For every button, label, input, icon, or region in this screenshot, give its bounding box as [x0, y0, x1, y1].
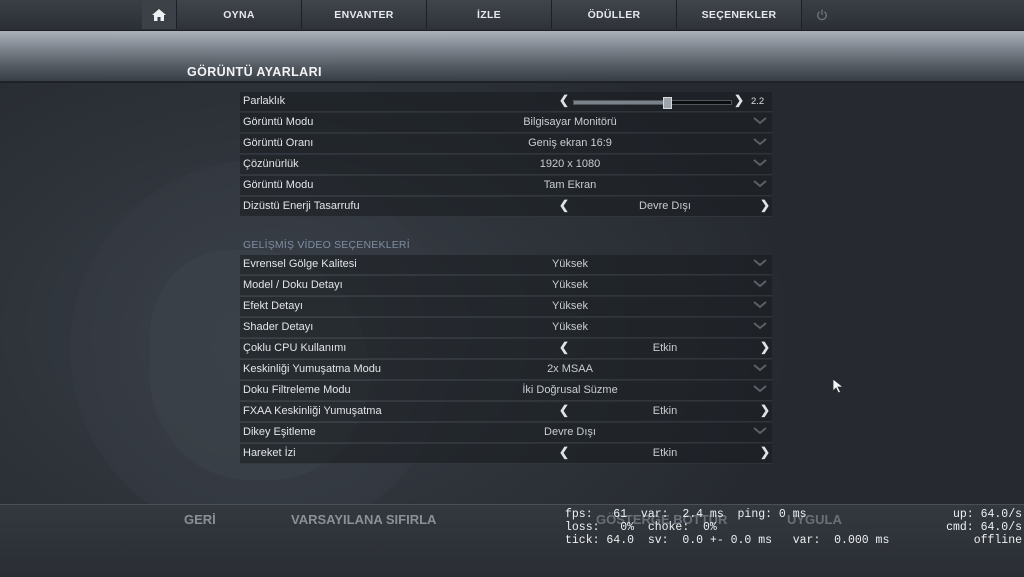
- chevron-down-icon[interactable]: [753, 362, 767, 374]
- setting-row[interactable]: Doku Filtreleme Modu İki Doğrusal Süzme: [240, 381, 772, 401]
- dropdown-value: Devre Dışı: [544, 426, 596, 438]
- slider-thumb[interactable]: [662, 97, 672, 109]
- setting-row[interactable]: Çoklu CPU Kullanımı ❮ Etkin ❯: [240, 339, 772, 359]
- chevron-down-icon[interactable]: [753, 320, 767, 332]
- setting-row[interactable]: Görüntü Oranı Geniş ekran 16:9: [240, 134, 772, 154]
- power-icon: [817, 9, 827, 20]
- netgraph-rates: up: 64.0/s cmd: 64.0/s offline: [946, 508, 1022, 547]
- advanced-section-title: GELİŞMİŞ VİDEO SEÇENEKLERİ: [243, 239, 410, 251]
- arrow-left-icon[interactable]: ❮: [559, 198, 569, 212]
- chevron-down-icon[interactable]: [753, 257, 767, 269]
- arrow-right-icon[interactable]: ❯: [760, 445, 770, 459]
- chevron-down-icon[interactable]: [753, 278, 767, 290]
- chevron-down-icon[interactable]: [753, 425, 767, 437]
- setting-value: Etkin: [652, 405, 678, 417]
- nav-inventory[interactable]: ENVANTER: [302, 0, 427, 29]
- setting-row[interactable]: Shader Detayı Yüksek: [240, 318, 772, 338]
- setting-row[interactable]: Keskinliği Yumuşatma Modu 2x MSAA: [240, 360, 772, 380]
- dropdown-value: Geniş ekran 16:9: [528, 137, 612, 149]
- settings-panel: Parlaklık ❮ ❯ 2.2 Görüntü Modu Bilgisayar…: [240, 92, 772, 465]
- setting-label: FXAA Keskinliği Yumuşatma: [243, 405, 382, 417]
- setting-row[interactable]: Görüntü Modu Tam Ekran: [240, 176, 772, 196]
- dropdown-value: Bilgisayar Monitörü: [523, 116, 617, 128]
- advanced-settings-list: Evrensel Gölge Kalitesi Yüksek Model / Dok…: [240, 255, 772, 464]
- arrow-left-icon[interactable]: ❮: [559, 403, 569, 417]
- setting-label: Görüntü Modu: [243, 116, 314, 128]
- setting-label: Çoklu CPU Kullanımı: [243, 342, 347, 354]
- power-button[interactable]: [802, 0, 842, 29]
- header-band: [0, 31, 1024, 81]
- chevron-down-icon[interactable]: [753, 299, 767, 311]
- arrow-right-icon[interactable]: ❯: [760, 198, 770, 212]
- setting-row[interactable]: Dikey Eşitleme Devre Dışı: [240, 423, 772, 443]
- setting-label: Hareket İzi: [243, 447, 296, 459]
- brightness-value: 2.2: [751, 96, 765, 107]
- dropdown-value: Yüksek: [551, 258, 589, 270]
- setting-label: Görüntü Oranı: [243, 137, 314, 149]
- setting-row[interactable]: FXAA Keskinliği Yumuşatma ❮ Etkin ❯: [240, 402, 772, 422]
- setting-row[interactable]: Evrensel Gölge Kalitesi Yüksek: [240, 255, 772, 275]
- nav-group: OYNA ENVANTER İZLE ÖDÜLLER SEÇENEKLER: [142, 0, 842, 30]
- setting-label: Dikey Eşitleme: [243, 426, 316, 438]
- arrow-right-icon[interactable]: ❯: [760, 403, 770, 417]
- slider-fill: [574, 101, 667, 104]
- setting-value: Etkin: [652, 447, 678, 459]
- top-navigation: OYNA ENVANTER İZLE ÖDÜLLER SEÇENEKLER: [0, 0, 1024, 31]
- header-divider: [0, 81, 1024, 83]
- setting-label: Efekt Detayı: [243, 300, 303, 312]
- setting-label: Dizüstü Enerji Tasarrufu: [243, 200, 360, 212]
- setting-row[interactable]: Dizüstü Enerji Tasarrufu ❮ Devre Dışı ❯: [240, 197, 772, 217]
- chevron-down-icon[interactable]: [753, 115, 767, 127]
- setting-row[interactable]: Görüntü Modu Bilgisayar Monitörü: [240, 113, 772, 133]
- chevron-down-icon[interactable]: [753, 178, 767, 190]
- setting-label: Görüntü Modu: [243, 179, 314, 191]
- dropdown-value: Yüksek: [551, 279, 589, 291]
- setting-value: Etkin: [652, 342, 678, 354]
- back-button[interactable]: GERİ: [184, 512, 216, 527]
- setting-label: Keskinliği Yumuşatma Modu: [243, 363, 381, 375]
- dropdown-value: Yüksek: [551, 300, 589, 312]
- setting-row[interactable]: Hareket İzi ❮ Etkin ❯: [240, 444, 772, 464]
- nav-rewards[interactable]: ÖDÜLLER: [552, 0, 677, 29]
- nav-play[interactable]: OYNA: [177, 0, 302, 29]
- reset-defaults-button[interactable]: VARSAYILANA SIFIRLA: [291, 512, 436, 527]
- dropdown-value: 2x MSAA: [547, 363, 593, 375]
- setting-row-brightness: Parlaklık ❮ ❯ 2.2: [240, 92, 772, 112]
- setting-row[interactable]: Çözünürlük 1920 x 1080: [240, 155, 772, 175]
- setting-label: Doku Filtreleme Modu: [243, 384, 351, 396]
- dropdown-value: İki Doğrusal Süzme: [522, 384, 618, 396]
- chevron-down-icon[interactable]: [753, 383, 767, 395]
- setting-row[interactable]: Model / Doku Detayı Yüksek: [240, 276, 772, 296]
- nav-watch[interactable]: İZLE: [427, 0, 552, 29]
- netgraph-stats: fps: 61 var: 2.4 ms ping: 0 ms loss: 0% …: [565, 508, 890, 547]
- chevron-down-icon[interactable]: [753, 136, 767, 148]
- setting-label: Parlaklık: [243, 95, 286, 107]
- setting-label: Model / Doku Detayı: [243, 279, 343, 291]
- nav-options[interactable]: SEÇENEKLER: [677, 0, 802, 29]
- setting-row[interactable]: Efekt Detayı Yüksek: [240, 297, 772, 317]
- brightness-slider[interactable]: [573, 97, 732, 109]
- page-title: GÖRÜNTÜ AYARLARI: [187, 65, 322, 79]
- slider-right-arrow-icon[interactable]: ❯: [734, 93, 744, 107]
- arrow-left-icon[interactable]: ❮: [559, 445, 569, 459]
- dropdown-value: 1920 x 1080: [539, 158, 601, 170]
- home-button[interactable]: [142, 0, 177, 29]
- arrow-left-icon[interactable]: ❮: [559, 340, 569, 354]
- slider-left-arrow-icon[interactable]: ❮: [559, 93, 569, 107]
- setting-label: Çözünürlük: [243, 158, 299, 170]
- basic-settings-list: Görüntü Modu Bilgisayar Monitörü Görüntü O…: [240, 113, 772, 217]
- dropdown-value: Yüksek: [551, 321, 589, 333]
- chevron-down-icon[interactable]: [753, 157, 767, 169]
- dropdown-value: Tam Ekran: [543, 179, 597, 191]
- setting-label: Shader Detayı: [243, 321, 314, 333]
- arrow-right-icon[interactable]: ❯: [760, 340, 770, 354]
- mouse-cursor-icon: [832, 378, 845, 394]
- home-icon: [152, 8, 166, 21]
- setting-value: Devre Dışı: [639, 200, 691, 212]
- setting-label: Evrensel Gölge Kalitesi: [243, 258, 357, 270]
